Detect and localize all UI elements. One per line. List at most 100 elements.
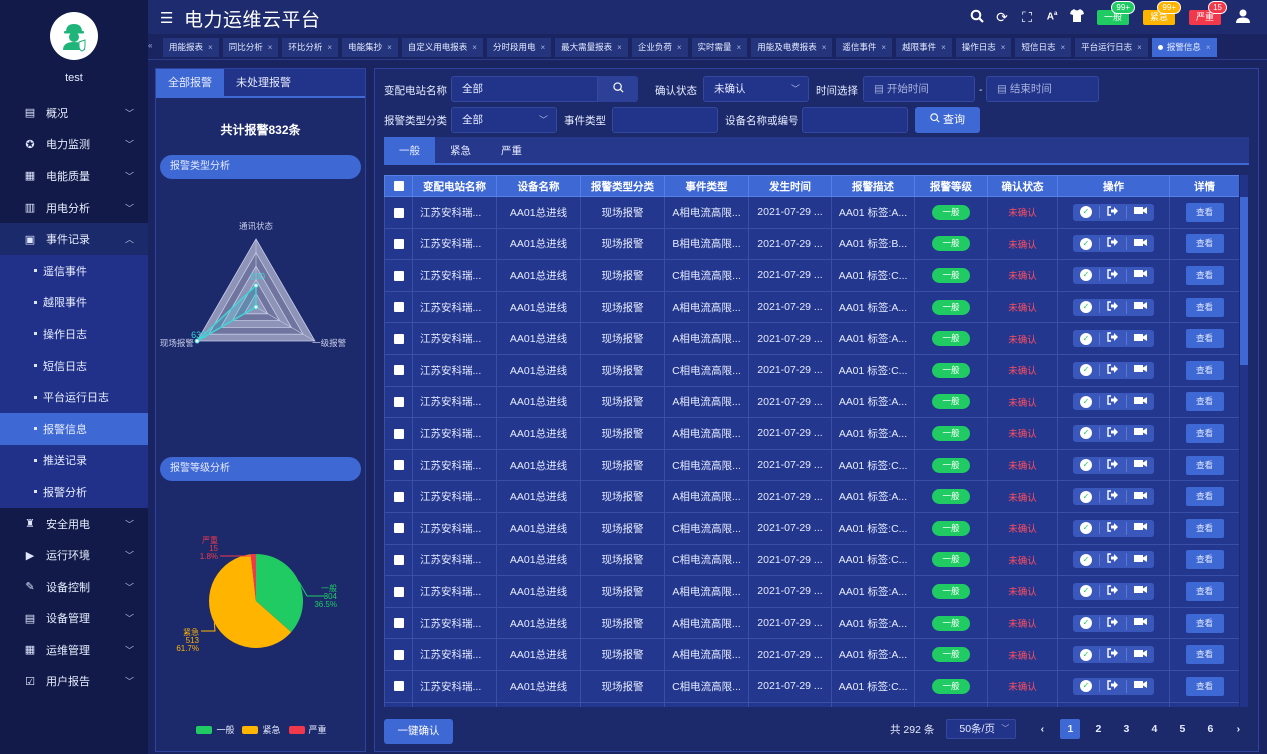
tabs-scroll-left-icon[interactable]: « — [148, 41, 152, 50]
video-icon[interactable] — [1127, 238, 1154, 250]
sidebar-subitem[interactable]: 操作日志 — [0, 318, 148, 350]
video-icon[interactable] — [1127, 680, 1154, 692]
view-detail-button[interactable]: 查看 — [1185, 581, 1224, 601]
prev-page-button[interactable]: ‹ — [1032, 719, 1052, 739]
event-type-input[interactable] — [612, 107, 718, 133]
close-icon[interactable]: × — [941, 43, 946, 52]
table-row[interactable]: 江苏安科瑞...AA01总进线现场报警A相电流高限...2021-07-29 .… — [384, 322, 1239, 355]
alarm-general-button[interactable]: 一般 99+ — [1097, 0, 1135, 25]
fullscreen-icon[interactable]: ⛶ — [1015, 9, 1039, 26]
view-detail-button[interactable]: 查看 — [1185, 676, 1224, 696]
font-size-icon[interactable]: Aa — [1040, 11, 1064, 22]
export-icon[interactable] — [1100, 458, 1127, 472]
page-tab[interactable]: 操作日志 × — [955, 38, 1012, 57]
sidebar-subitem[interactable]: 遥信事件 — [0, 255, 148, 287]
page-button[interactable]: 6 — [1200, 719, 1220, 739]
close-icon[interactable]: × — [540, 43, 545, 52]
close-icon[interactable]: × — [472, 43, 477, 52]
confirm-check-icon[interactable]: ✓ — [1073, 459, 1100, 472]
search-icon[interactable] — [965, 9, 989, 26]
view-detail-button[interactable]: 查看 — [1185, 550, 1224, 570]
view-detail-button[interactable]: 查看 — [1185, 360, 1224, 380]
device-input[interactable] — [802, 107, 908, 133]
tab-unprocessed-alarms[interactable]: 未处理报警 — [224, 69, 303, 96]
row-checkbox[interactable] — [393, 523, 404, 534]
video-icon[interactable] — [1127, 269, 1154, 281]
row-checkbox[interactable] — [393, 207, 404, 218]
export-icon[interactable] — [1100, 490, 1127, 504]
sidebar-subitem[interactable]: 短信日志 — [0, 350, 148, 382]
table-scrollbar[interactable] — [1240, 175, 1248, 707]
close-icon[interactable]: × — [268, 43, 273, 52]
tab-all-alarms[interactable]: 全部报警 — [156, 69, 224, 96]
sidebar-item[interactable]: ♜ 安全用电 ﹀ — [0, 508, 148, 540]
page-tab[interactable]: 平台运行日志 × — [1075, 38, 1148, 57]
table-row[interactable]: 江苏安科瑞...AA01总进线现场报警A相电流高限...2021-07-29 .… — [384, 417, 1239, 450]
table-row[interactable]: 江苏安科瑞...AA01总进线现场报警A相电流高限...2021-07-29 .… — [384, 606, 1239, 640]
video-icon[interactable] — [1127, 491, 1154, 503]
video-icon[interactable] — [1127, 206, 1154, 218]
page-tab[interactable]: 越限事件 × — [896, 38, 952, 57]
table-row[interactable]: 江苏安科瑞... AA01总进线 现场报警 B相电流高限... 2021-07-29 .… — [384, 227, 1239, 261]
table-row[interactable]: 江苏安科瑞... AA01总进线 现场报警 C相电流高限... 2021-07-29 .… — [384, 511, 1239, 545]
next-page-button[interactable]: › — [1228, 719, 1248, 739]
close-icon[interactable]: × — [822, 43, 827, 52]
page-tab[interactable]: 遥信事件 × — [836, 38, 893, 57]
video-icon[interactable] — [1127, 522, 1154, 534]
video-icon[interactable] — [1127, 333, 1154, 345]
page-tab[interactable]: 电能集抄 × — [342, 38, 398, 57]
export-icon[interactable] — [1100, 395, 1127, 409]
confirm-check-icon[interactable]: ✓ — [1073, 395, 1100, 408]
row-checkbox[interactable] — [393, 428, 404, 439]
export-icon[interactable] — [1100, 332, 1127, 346]
alarm-severe-button[interactable]: 严重 15 — [1189, 0, 1227, 25]
confirm-check-icon[interactable]: ✓ — [1073, 553, 1100, 566]
select-all-checkbox[interactable] — [393, 181, 404, 192]
close-icon[interactable]: × — [208, 43, 213, 52]
confirm-check-icon[interactable]: ✓ — [1073, 427, 1100, 440]
sidebar-item[interactable]: ▤ 概况 ﹀ — [0, 97, 148, 129]
export-icon[interactable] — [1100, 553, 1127, 567]
row-checkbox[interactable] — [393, 397, 404, 408]
row-checkbox[interactable] — [393, 491, 404, 502]
table-row[interactable]: 江苏安科瑞...AA01总进线现场报警A相电流高限...2021-07-29 .… — [384, 575, 1239, 608]
sidebar-item[interactable]: ▥ 用电分析 ﹀ — [0, 192, 148, 224]
view-detail-button[interactable]: 查看 — [1185, 329, 1224, 349]
confirm-check-icon[interactable]: ✓ — [1073, 364, 1100, 377]
export-icon[interactable] — [1100, 584, 1127, 598]
row-checkbox[interactable] — [393, 333, 404, 344]
page-tab[interactable]: 企业负荷 × — [631, 38, 688, 57]
sidebar-subitem[interactable]: 报警分析 — [0, 476, 148, 508]
table-row[interactable]: 江苏安科瑞...AA01总进线现场报警A相电流高限...2021-07-29 .… — [384, 638, 1239, 671]
video-icon[interactable] — [1127, 301, 1154, 313]
close-icon[interactable]: × — [327, 43, 332, 52]
video-icon[interactable] — [1127, 396, 1154, 408]
page-tab[interactable]: 报警信息 × — [1151, 38, 1217, 57]
confirm-check-icon[interactable]: ✓ — [1073, 490, 1100, 503]
table-row[interactable]: 江苏安科瑞... AA01总进线 现场报警 C相电流高限... 2021-07-29 .… — [384, 353, 1239, 387]
row-checkbox[interactable] — [393, 270, 404, 281]
row-checkbox[interactable] — [393, 555, 404, 566]
station-select[interactable]: 全部 — [451, 76, 598, 102]
close-icon[interactable]: × — [1060, 43, 1065, 52]
sidebar-item[interactable]: ▤ 设备管理 ﹀ — [0, 603, 148, 635]
confirm-check-icon[interactable]: ✓ — [1073, 237, 1100, 250]
export-icon[interactable] — [1100, 521, 1127, 535]
sidebar-subitem[interactable]: 推送记录 — [0, 445, 148, 477]
tab-level-general[interactable]: 一般 — [384, 137, 435, 163]
legend-item[interactable]: 一般 — [196, 723, 234, 736]
table-row[interactable]: 江苏安科瑞...AA01总进线现场报警A相电流高限...2021-07-29 .… — [384, 385, 1239, 419]
confirm-status-select[interactable]: 未确认 ﹀ — [703, 76, 809, 102]
alarm-type-select[interactable]: 全部 ﹀ — [451, 107, 557, 133]
sidebar-item[interactable]: ▣ 事件记录 ︿ — [0, 223, 148, 255]
video-icon[interactable] — [1127, 427, 1154, 439]
view-detail-button[interactable]: 查看 — [1185, 645, 1224, 665]
user-icon[interactable] — [1231, 9, 1255, 26]
page-tab[interactable]: 分时段用电 × — [486, 38, 552, 57]
export-icon[interactable] — [1100, 426, 1127, 440]
table-row[interactable]: 江苏安科瑞...AA01总进线现场报警A相电流高限...2021-07-29 .… — [384, 701, 1239, 707]
page-button[interactable]: 4 — [1144, 719, 1164, 739]
video-icon[interactable] — [1127, 649, 1154, 661]
video-icon[interactable] — [1127, 554, 1154, 566]
row-checkbox[interactable] — [393, 365, 404, 376]
